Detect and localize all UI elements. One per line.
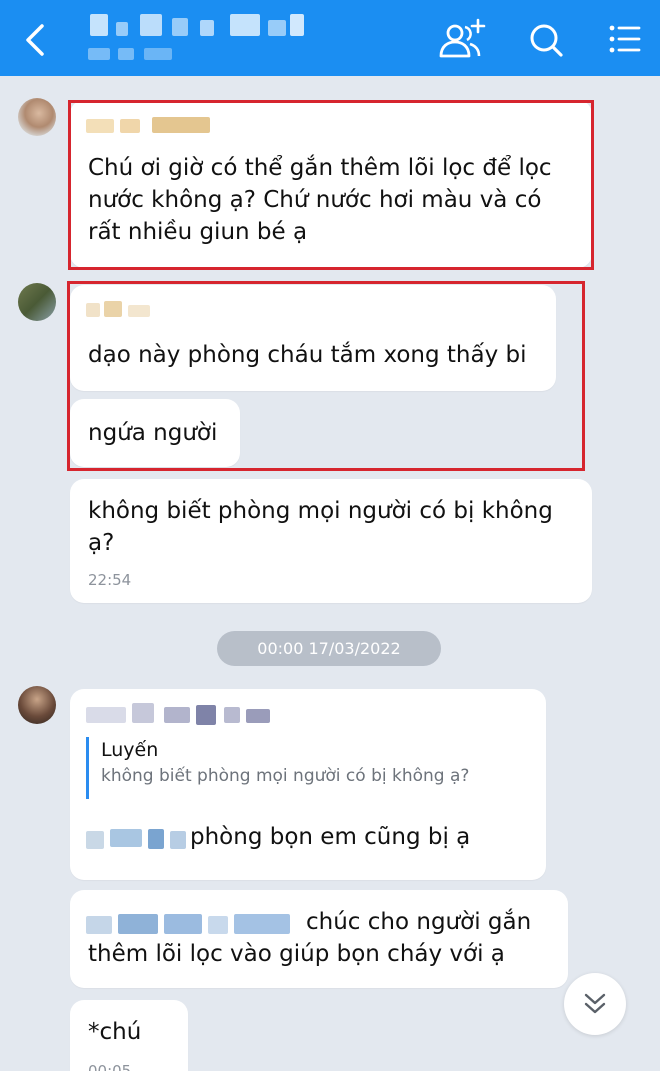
message-bubble[interactable]: ngứa người xyxy=(70,399,240,467)
message-text: phòng bọn em cũng bị ạ xyxy=(190,824,471,850)
message-text: không biết phòng mọi người có bị không ạ… xyxy=(88,498,553,556)
double-chevron-down-icon xyxy=(584,993,606,1014)
sender-name-blurred xyxy=(86,117,216,135)
message-bubble[interactable]: Chú ơi giờ có thể gắn thêm lõi lọc để lọ… xyxy=(70,100,592,268)
message-bubble[interactable]: không biết phòng mọi người có bị không ạ… xyxy=(70,479,592,603)
search-button[interactable] xyxy=(520,18,572,62)
quoted-text: không biết phòng mọi người có bị không ạ… xyxy=(101,766,470,786)
mention-blurred[interactable] xyxy=(86,825,190,851)
message-text: Chú ơi giờ có thể gắn thêm lõi lọc để lọ… xyxy=(88,155,552,245)
add-member-button[interactable] xyxy=(434,18,486,62)
menu-button[interactable] xyxy=(598,18,650,62)
avatar[interactable] xyxy=(18,283,56,321)
search-icon xyxy=(530,24,563,57)
date-separator: 00:00 17/03/2022 xyxy=(217,631,441,666)
chevron-left-icon xyxy=(26,24,44,56)
message-text: ngứa người xyxy=(88,420,218,446)
message-bubble[interactable]: chúc cho người gắn thêm lõi lọc vào giúp… xyxy=(70,890,568,988)
chat-title-blurred[interactable] xyxy=(82,8,382,68)
list-menu-icon xyxy=(609,25,641,53)
quoted-sender-name: Luyến xyxy=(101,739,159,761)
message-text: chúc cho người gắn thêm lõi lọc vào giúp… xyxy=(88,909,532,967)
quoted-message[interactable]: Luyến không biết phòng mọi người có bị k… xyxy=(86,737,516,799)
message-text: dạo này phòng cháu tắm xong thấy bi xyxy=(88,342,527,368)
scroll-to-bottom-button[interactable] xyxy=(564,973,626,1035)
chat-header xyxy=(0,0,660,76)
add-user-icon xyxy=(439,18,486,58)
message-bubble[interactable]: *chú 00:05 xyxy=(70,1000,188,1071)
message-time: 22:54 xyxy=(88,571,132,589)
message-text: *chú xyxy=(88,1019,142,1045)
message-time: 00:05 xyxy=(88,1062,132,1071)
reply-message-bubble[interactable]: Luyến không biết phòng mọi người có bị k… xyxy=(70,689,546,880)
back-button[interactable] xyxy=(18,20,54,60)
avatar[interactable] xyxy=(18,686,56,724)
avatar[interactable] xyxy=(18,98,56,136)
sender-name-blurred xyxy=(86,301,156,319)
sender-name-blurred xyxy=(86,703,286,725)
message-bubble[interactable]: dạo này phòng cháu tắm xong thấy bi xyxy=(70,285,556,391)
